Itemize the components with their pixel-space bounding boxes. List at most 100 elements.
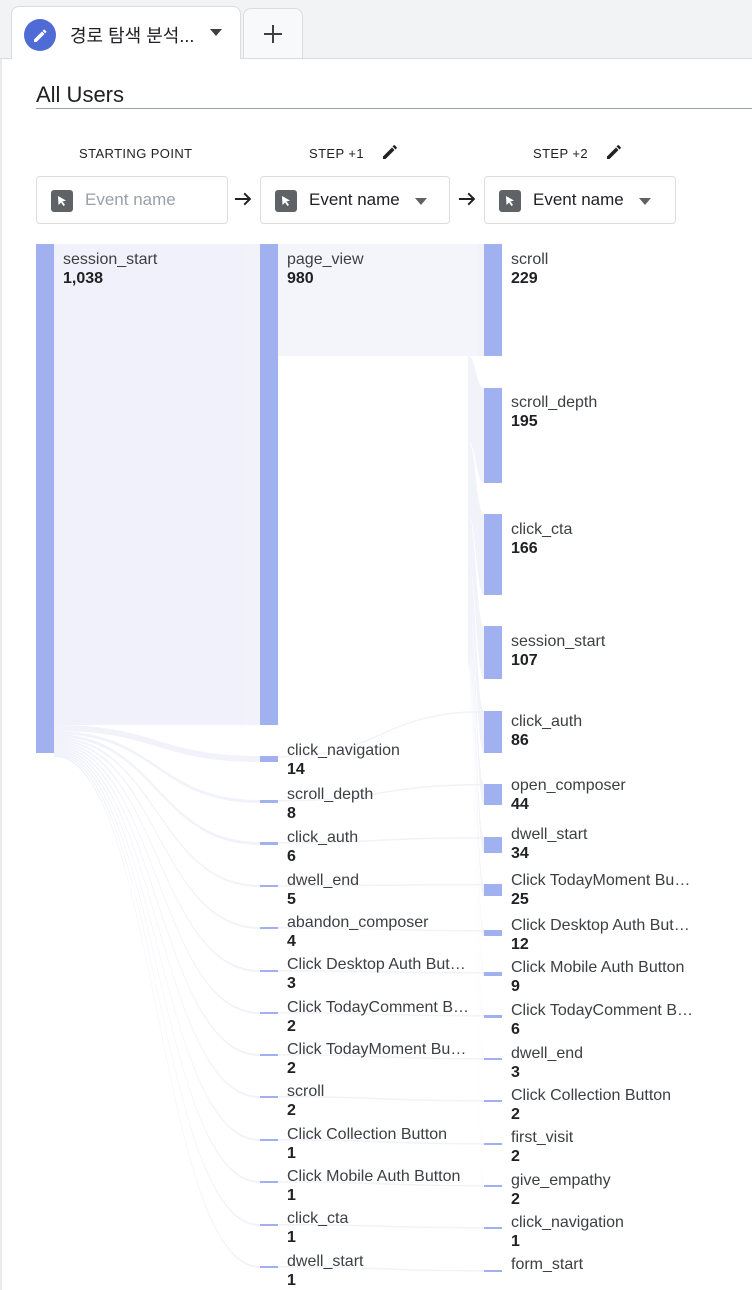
node-label-step2: scroll bbox=[511, 251, 549, 268]
node-value-step2: 25 bbox=[511, 891, 529, 908]
node-label-step2: first_visit bbox=[511, 1129, 574, 1146]
node-label-step1: click_auth bbox=[287, 829, 359, 846]
node-value-step1: 1 bbox=[287, 1229, 296, 1246]
node-bar-step1 bbox=[260, 1224, 278, 1226]
node-bar-step1 bbox=[260, 970, 278, 972]
node-value-step1: 1 bbox=[287, 1145, 296, 1162]
node-bar-step1 bbox=[260, 244, 278, 725]
node-value-step2: 2 bbox=[511, 1191, 520, 1208]
flow-band bbox=[54, 751, 260, 1183]
node-bar-step2 bbox=[484, 784, 502, 805]
node-label-step2: dwell_start bbox=[511, 826, 588, 843]
node-value-step2: 2 bbox=[511, 1148, 520, 1165]
node-label-step2: Click Mobile Auth Button bbox=[511, 959, 685, 976]
node-value-step2: 6 bbox=[511, 1021, 520, 1038]
node-bar-step2 bbox=[484, 972, 502, 976]
node-value-step1: 4 bbox=[287, 933, 296, 950]
node-value-step1: 8 bbox=[287, 805, 296, 822]
node-bar-step1 bbox=[260, 1181, 278, 1183]
node-label-step2: click_cta bbox=[511, 521, 573, 538]
node-value-step2: 229 bbox=[511, 270, 538, 287]
node-label-step2: form_start bbox=[511, 1256, 584, 1273]
node-value-step1: 3 bbox=[287, 975, 296, 992]
node-bar-step2 bbox=[484, 837, 502, 853]
node-label-step2: session_start bbox=[511, 633, 606, 650]
node-label-step1: click_navigation bbox=[287, 742, 400, 759]
node-value-step2: 3 bbox=[511, 1064, 520, 1081]
node-value-step2: 12 bbox=[511, 936, 529, 953]
node-bar-step2 bbox=[484, 514, 502, 595]
node-label-step1: click_cta bbox=[287, 1210, 349, 1227]
node-label-step2: give_empathy bbox=[511, 1172, 611, 1189]
node-label-step2: dwell_end bbox=[511, 1045, 584, 1062]
node-value-step1: 1 bbox=[287, 1272, 296, 1289]
node-value-session-start: 1,038 bbox=[63, 270, 104, 287]
node-label-step1: scroll bbox=[287, 1083, 325, 1100]
node-bar-step2 bbox=[484, 1100, 502, 1102]
node-bar-step1 bbox=[260, 1139, 278, 1141]
node-bar-step2 bbox=[484, 711, 502, 753]
flow-band bbox=[54, 753, 260, 1226]
node-value-step2: 86 bbox=[511, 732, 529, 749]
node-label-step2: Click Desktop Auth Button bbox=[511, 917, 694, 934]
node-bar-step1 bbox=[260, 927, 278, 929]
node-value-step1: 14 bbox=[287, 761, 305, 778]
node-label-step2: Click TodayComment Button bbox=[511, 1002, 694, 1019]
node-label-step1: Click Collection Button bbox=[287, 1126, 448, 1143]
node-bar-step2 bbox=[484, 1270, 502, 1272]
node-label-step1: dwell_end bbox=[287, 872, 360, 889]
node-bar-step2 bbox=[484, 1185, 502, 1187]
node-bar-step1 bbox=[260, 756, 278, 762]
node-value-step2: 9 bbox=[511, 978, 520, 995]
flow-band bbox=[54, 741, 260, 972]
node-bar-step1 bbox=[260, 1012, 278, 1014]
node-value-step2: 107 bbox=[511, 652, 538, 669]
node-value-step2: 34 bbox=[511, 845, 529, 862]
node-bar-step2 bbox=[484, 626, 502, 679]
node-bar-step2 bbox=[484, 1015, 502, 1018]
node-value-step2: 195 bbox=[511, 413, 538, 430]
node-label-step1: page_view bbox=[287, 251, 364, 268]
node-bar-step2 bbox=[484, 1143, 502, 1145]
node-bar-step2 bbox=[484, 1227, 502, 1229]
node-label-step1: dwell_start bbox=[287, 1253, 364, 1270]
node-bar-step2 bbox=[484, 1058, 502, 1060]
node-value-step2: 44 bbox=[511, 796, 529, 813]
node-value-step1: 1 bbox=[287, 1187, 296, 1204]
node-label-step2: open_composer bbox=[511, 777, 626, 794]
node-bar-step1 bbox=[260, 885, 278, 887]
flow-band bbox=[54, 755, 260, 1268]
node-value-step2: 2 bbox=[511, 1106, 520, 1123]
node-value-step2: 1 bbox=[511, 1233, 520, 1250]
node-label-step1: Click Desktop Auth Button bbox=[287, 956, 470, 973]
node-value-step2: 166 bbox=[511, 540, 538, 557]
node-label-step1: abandon_composer bbox=[287, 914, 429, 931]
flow-band bbox=[54, 745, 260, 1056]
node-label-step1: Click TodayComment Button bbox=[287, 999, 470, 1016]
node-value-step1: 980 bbox=[287, 270, 314, 287]
node-value-step1: 2 bbox=[287, 1060, 296, 1077]
node-label-step1: Click Mobile Auth Button bbox=[287, 1168, 461, 1185]
node-label-step2: scroll_depth bbox=[511, 394, 598, 411]
node-label-step1: scroll_depth bbox=[287, 786, 374, 803]
node-label-step2: click_navigation bbox=[511, 1214, 624, 1231]
node-bar-step1 bbox=[260, 1266, 278, 1268]
flow-band bbox=[54, 749, 260, 1141]
node-value-step1: 5 bbox=[287, 891, 296, 908]
node-label-session-start: session_start bbox=[63, 251, 158, 268]
flow-band bbox=[54, 244, 260, 725]
node-value-step1: 6 bbox=[287, 848, 296, 865]
node-label-step2: click_auth bbox=[511, 713, 583, 730]
node-bar-step1 bbox=[260, 800, 278, 803]
node-value-step1: 2 bbox=[287, 1018, 296, 1035]
node-label-step2: Click Collection Button bbox=[511, 1087, 672, 1104]
flow-band bbox=[54, 743, 260, 1014]
node-value-step1: 2 bbox=[287, 1102, 296, 1119]
node-label-step2: Click TodayMoment Button bbox=[511, 872, 694, 889]
node-bar-step2 bbox=[484, 388, 502, 483]
node-bar-step2 bbox=[484, 930, 502, 936]
node-label-step1: Click TodayMoment Button bbox=[287, 1041, 470, 1058]
node-bar-step2 bbox=[484, 244, 502, 356]
node-bar-step2 bbox=[484, 884, 502, 896]
node-bar-step1 bbox=[260, 1096, 278, 1098]
